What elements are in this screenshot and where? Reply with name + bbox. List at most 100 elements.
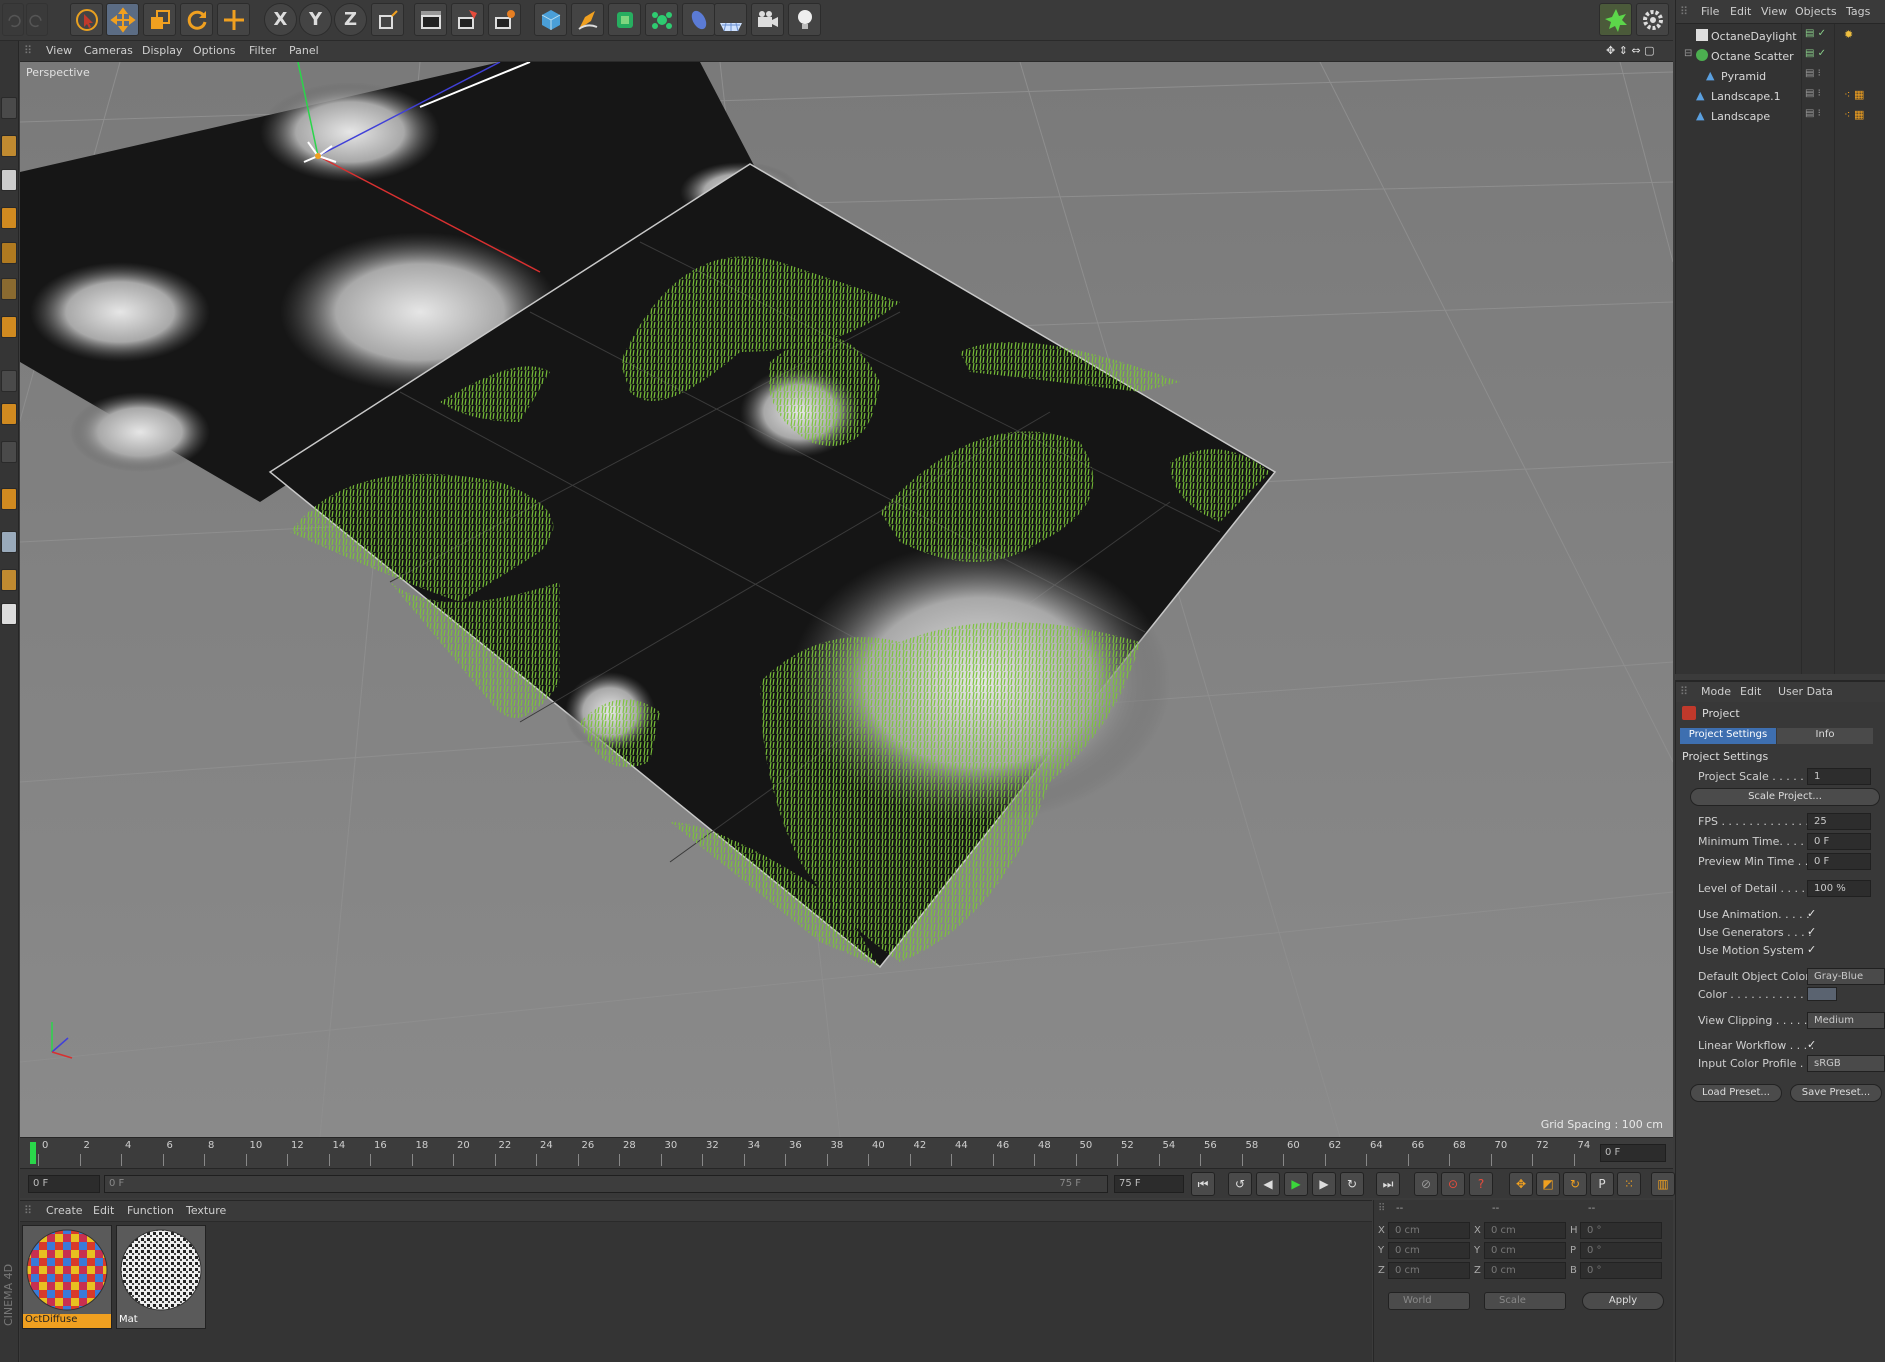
use-animation-checkbox[interactable]: ✓ [1807, 907, 1819, 920]
project-scale-field[interactable]: 1 [1807, 768, 1871, 785]
texture-mode-icon[interactable] [1, 169, 17, 191]
next-keyframe-icon[interactable]: ↻ [1340, 1172, 1364, 1196]
tab-info[interactable]: Info [1777, 728, 1873, 744]
menu-file[interactable]: File [1701, 5, 1719, 18]
coord-value-field[interactable]: 0 cm [1484, 1262, 1566, 1279]
y-axis-lock[interactable]: Y [299, 3, 332, 36]
snap-icon[interactable] [1, 403, 17, 425]
quantize-icon[interactable] [1, 569, 17, 591]
menu-texture[interactable]: Texture [186, 1204, 226, 1217]
solo-icon[interactable] [1, 603, 17, 625]
go-to-end-icon[interactable]: ⏭ [1376, 1172, 1400, 1196]
key-position-icon[interactable]: ✥ [1509, 1172, 1533, 1196]
menu-options[interactable]: Options [193, 44, 235, 57]
undo-icon[interactable] [2, 3, 24, 36]
start-frame-field[interactable]: 0 F [28, 1175, 100, 1193]
render-to-picture-viewer-icon[interactable] [451, 3, 484, 36]
material-mat[interactable]: Mat [116, 1225, 206, 1329]
x-axis-lock[interactable]: X [264, 3, 297, 36]
level-of-detail-field[interactable]: 100 % [1807, 880, 1871, 897]
cube-icon[interactable] [534, 3, 567, 36]
color-swatch[interactable] [1807, 987, 1837, 1001]
menu-edit[interactable]: Edit [93, 1204, 114, 1217]
workplane-icon[interactable] [1, 441, 17, 463]
timeline-window-icon[interactable]: ▥ [1651, 1172, 1675, 1196]
go-to-start-icon[interactable]: ⏮ [1191, 1172, 1215, 1196]
pen-spline-icon[interactable] [571, 3, 604, 36]
save-preset-button[interactable]: Save Preset... [1790, 1084, 1882, 1102]
menu-view[interactable]: View [1761, 5, 1787, 18]
load-preset-button[interactable]: Load Preset... [1690, 1084, 1782, 1102]
menu-function[interactable]: Function [127, 1204, 174, 1217]
coord-value-field[interactable]: 0 cm [1484, 1222, 1566, 1239]
viewport-navigation-icons[interactable]: ✥ ⇕ ⇔ ▢ [1606, 44, 1655, 57]
input-color-profile-dropdown[interactable]: sRGB [1807, 1055, 1885, 1072]
visibility-toggle[interactable]: ▤ ✓ [1805, 28, 1826, 39]
locked-workplane-icon[interactable] [1, 488, 17, 510]
coordinate-mode-dropdown[interactable]: World [1388, 1292, 1470, 1310]
use-generators-checkbox[interactable]: ✓ [1807, 925, 1819, 938]
coord-value-field[interactable]: 0 cm [1388, 1242, 1470, 1259]
previous-frame-icon[interactable]: ◀ [1256, 1172, 1280, 1196]
collapse-icon[interactable]: ⊟ [1684, 48, 1692, 59]
frame-range-slider[interactable]: 0 F 75 F [104, 1175, 1108, 1193]
menu-create[interactable]: Create [46, 1204, 83, 1217]
view-clipping-dropdown[interactable]: Medium [1807, 1012, 1885, 1029]
previous-keyframe-icon[interactable]: ↺ [1228, 1172, 1252, 1196]
render-view-icon[interactable] [414, 3, 447, 36]
3d-viewport[interactable]: Perspective Grid Spacing : 100 cm [20, 62, 1673, 1137]
nurbs-icon[interactable] [608, 3, 641, 36]
menu-edit[interactable]: Edit [1740, 685, 1761, 698]
record-keys-icon[interactable]: ⊘ [1414, 1172, 1438, 1196]
key-pla-icon[interactable]: ⁙ [1617, 1172, 1641, 1196]
menu-objects[interactable]: Objects [1795, 5, 1837, 18]
apply-button[interactable]: Apply [1582, 1292, 1664, 1310]
key-scale-icon[interactable]: ◩ [1536, 1172, 1560, 1196]
tab-project-settings[interactable]: Project Settings [1680, 728, 1776, 744]
tweak-mode-icon[interactable] [1, 370, 17, 392]
deformer-icon[interactable] [682, 3, 715, 36]
coord-value-field[interactable]: 0 cm [1388, 1222, 1470, 1239]
daylight-tag-icon[interactable]: ✹ [1844, 28, 1853, 41]
scale-project-button[interactable]: Scale Project... [1690, 788, 1880, 806]
model-mode-icon[interactable] [1, 135, 17, 157]
object-row-octanedaylight[interactable]: OctaneDaylight ▤ ✓ ✹ [1676, 26, 1885, 46]
material-tag-icon[interactable]: ⁖ ▦ [1844, 108, 1864, 121]
gear-icon[interactable] [1636, 3, 1669, 36]
menu-edit[interactable]: Edit [1730, 5, 1751, 18]
coordinate-system-icon[interactable] [371, 3, 404, 36]
scale-tool-icon[interactable] [143, 3, 176, 36]
menu-filter[interactable]: Filter [249, 44, 276, 57]
make-editable-icon[interactable] [1, 97, 17, 119]
object-row-landscape-1[interactable]: ▲ Landscape.1 ▤ ⁝ ⁖ ▦ [1676, 86, 1885, 106]
default-object-color-dropdown[interactable]: Gray-Blue [1807, 968, 1885, 985]
playhead[interactable] [30, 1142, 36, 1164]
play-icon[interactable]: ▶ [1284, 1172, 1308, 1196]
octane-live-viewer-icon[interactable] [1599, 3, 1632, 36]
coord-value-field[interactable]: 0 ° [1580, 1222, 1662, 1239]
key-rotation-icon[interactable]: ↻ [1563, 1172, 1587, 1196]
next-frame-icon[interactable]: ▶ [1312, 1172, 1336, 1196]
use-motion-system-checkbox[interactable]: ✓ [1807, 943, 1819, 956]
visibility-toggle[interactable]: ▤ ⁝ [1805, 68, 1821, 79]
menu-cameras[interactable]: Cameras [84, 44, 133, 57]
rotate-tool-icon[interactable] [180, 3, 213, 36]
floor-icon[interactable] [714, 3, 747, 36]
edges-mode-icon[interactable] [1, 242, 17, 264]
minimum-time-field[interactable]: 0 F [1807, 833, 1871, 850]
visibility-toggle[interactable]: ▤ ✓ [1805, 48, 1826, 59]
menu-panel[interactable]: Panel [289, 44, 319, 57]
material-tag-icon[interactable]: ⁖ ▦ [1844, 88, 1864, 101]
key-parameter-icon[interactable]: P [1590, 1172, 1614, 1196]
scale-mode-dropdown[interactable]: Scale [1484, 1292, 1566, 1310]
coord-value-field[interactable]: 0 ° [1580, 1262, 1662, 1279]
object-row-landscape[interactable]: ▲ Landscape ▤ ⁝ ⁖ ▦ [1676, 106, 1885, 126]
render-settings-icon[interactable] [488, 3, 521, 36]
light-icon[interactable] [788, 3, 821, 36]
z-axis-lock[interactable]: Z [334, 3, 367, 36]
end-frame-field[interactable]: 75 F [1114, 1175, 1184, 1193]
last-tool-icon[interactable] [217, 3, 250, 36]
camera-icon[interactable] [751, 3, 784, 36]
coord-value-field[interactable]: 0 cm [1484, 1242, 1566, 1259]
object-row-octane-scatter[interactable]: ⊟ Octane Scatter ▤ ✓ [1676, 46, 1885, 66]
